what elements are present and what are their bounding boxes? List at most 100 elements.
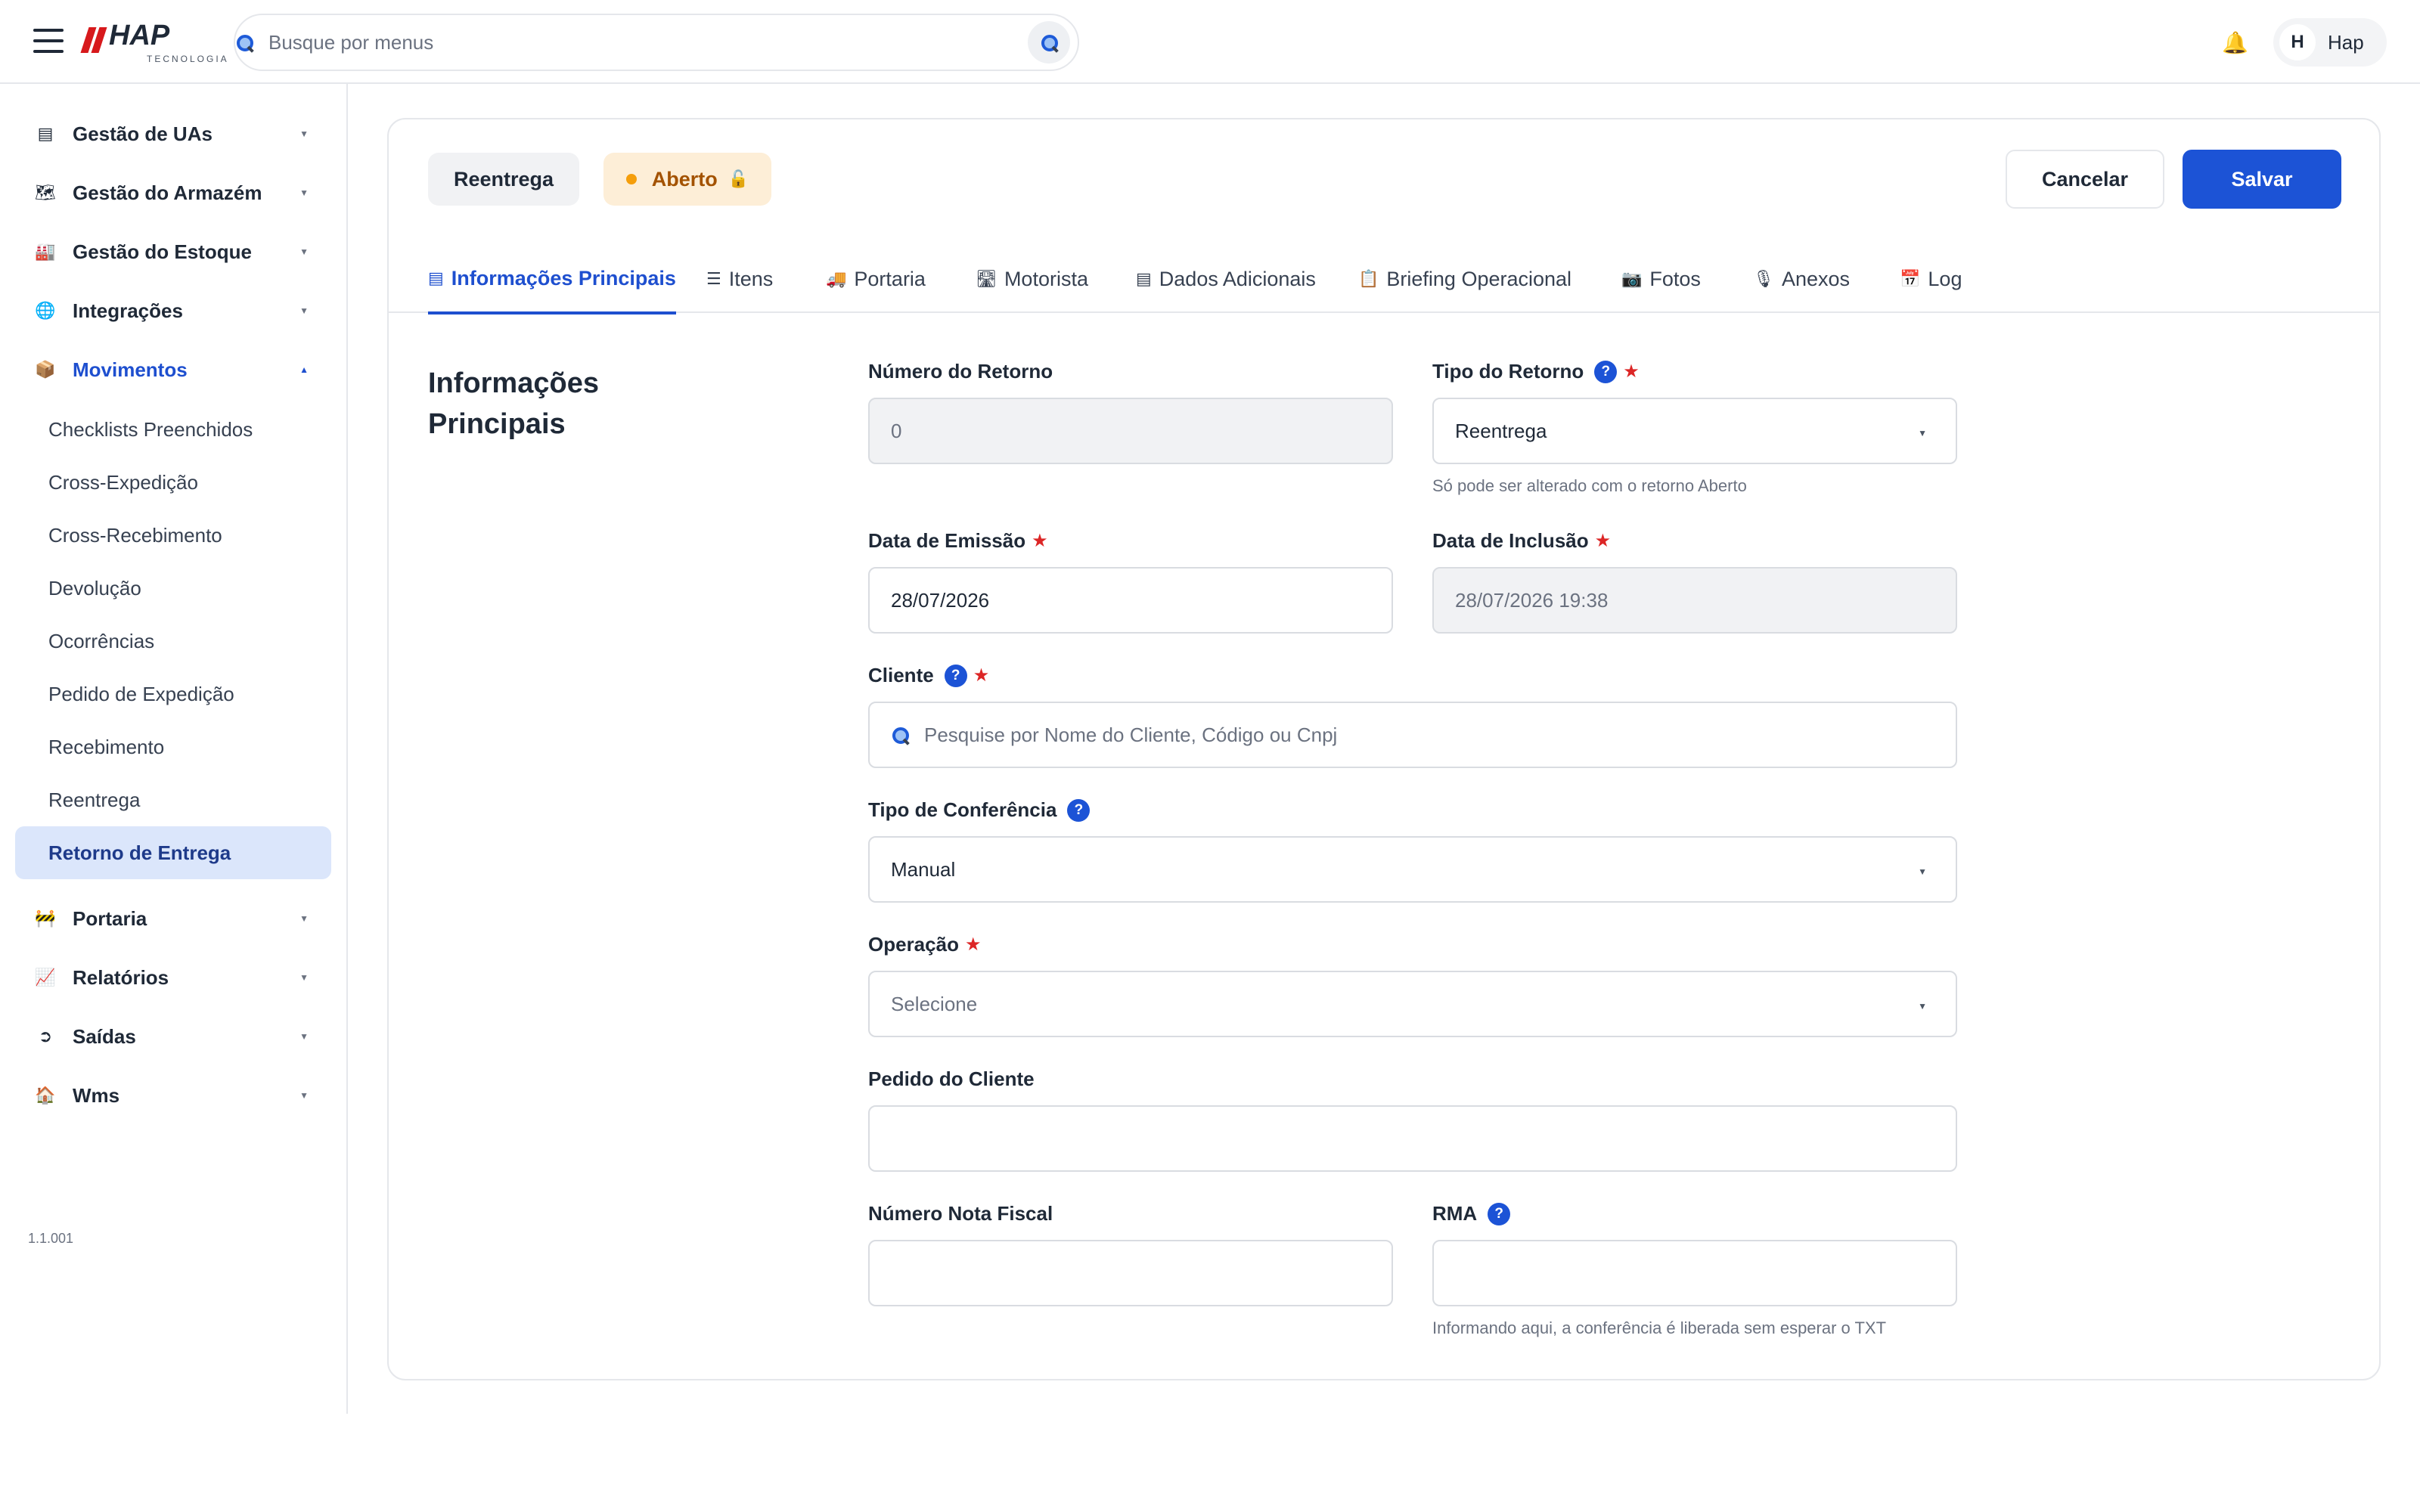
document-icon: ▤: [428, 268, 444, 287]
sidebar-subitem-cross-expedicao[interactable]: Cross-Expedição: [15, 456, 331, 509]
hap-logo[interactable]: HAP TECNOLOGIA: [80, 21, 229, 67]
tipo-retorno-select[interactable]: Reentrega ▼: [1432, 398, 1957, 464]
sidebar-item-label: Portaria: [73, 906, 147, 930]
home-icon: 🏠: [35, 1086, 56, 1105]
menu-search-input[interactable]: [268, 30, 949, 54]
numero-retorno-label-text: Número do Retorno: [868, 360, 1053, 383]
top-bar: HAP TECNOLOGIA 🔔 H Hap: [0, 0, 2420, 84]
search-button-icon: [1040, 33, 1058, 51]
document-icon: ▤: [1136, 269, 1152, 288]
logo-mark-icon: [80, 27, 107, 53]
tab-label: Fotos: [1649, 267, 1701, 290]
cliente-search-input[interactable]: Pesquise por Nome do Cliente, Código ou …: [868, 702, 1957, 768]
tab-log[interactable]: 📅 Log: [1900, 245, 1962, 313]
sidebar-subitem-ocorrencias[interactable]: Ocorrências: [15, 615, 331, 668]
tab-dados-adicionais[interactable]: ▤ Dados Adicionais: [1136, 245, 1316, 313]
app-version: 1.1.001: [28, 1231, 74, 1246]
rma-input[interactable]: [1432, 1240, 1957, 1306]
tab-informacoes-principais[interactable]: ▤ Informações Principais: [428, 245, 676, 314]
package-icon: 📦: [35, 360, 56, 379]
sidebar-item-gestao-uas[interactable]: ▤ Gestão de UAs ▼: [15, 107, 331, 160]
numero-retorno-label: Número do Retorno: [868, 360, 1053, 383]
search-icon: [235, 33, 253, 51]
tab-motorista[interactable]: 🛣 Motorista: [976, 245, 1088, 313]
sidebar-item-label: Wms: [73, 1083, 120, 1107]
tab-label: Motorista: [1004, 267, 1088, 290]
data-emissao-label: Data de Emissão ★: [868, 529, 1048, 553]
sidebar-item-label: Movimentos: [73, 358, 188, 381]
help-icon[interactable]: ?: [1594, 360, 1618, 383]
exit-icon: ➲: [38, 1027, 53, 1046]
required-star-icon: ★: [1594, 531, 1612, 551]
sidebar-item-wms[interactable]: 🏠 Wms ▼: [15, 1069, 331, 1122]
logo-subtext: TECNOLOGIA: [147, 54, 229, 64]
data-inclusao-field: 28/07/2026 19:38: [1432, 567, 1957, 634]
type-chip: Reentrega: [428, 153, 579, 206]
chevron-down-icon: ▼: [299, 1031, 309, 1042]
notification-bell-icon[interactable]: 🔔: [2222, 30, 2248, 55]
required-star-icon: ★: [973, 665, 990, 686]
sidebar-subitem-cross-recebimento[interactable]: Cross-Recebimento: [15, 509, 331, 562]
chart-icon: 📈: [35, 968, 56, 987]
numero-nf-label: Número Nota Fiscal: [868, 1202, 1053, 1225]
sidebar-item-gestao-estoque[interactable]: 🏭 Gestão do Estoque ▼: [15, 225, 331, 278]
list-icon: ☰: [706, 269, 721, 288]
truck-icon: 🚚: [826, 269, 847, 288]
tipo-conferencia-select[interactable]: Manual ▼: [868, 836, 1957, 903]
menu-search: [234, 14, 1079, 71]
sidebar-item-saidas[interactable]: ➲ Saídas ▼: [15, 1010, 331, 1063]
help-icon[interactable]: ?: [1488, 1202, 1511, 1225]
unlock-icon: 🔓: [728, 169, 749, 188]
tab-itens[interactable]: ☰ Itens: [706, 245, 773, 313]
sidebar-subitem-recebimento[interactable]: Recebimento: [15, 720, 331, 773]
required-star-icon: ★: [1623, 361, 1640, 382]
calendar-icon: 📅: [1900, 269, 1921, 288]
help-icon[interactable]: ?: [944, 664, 967, 687]
sidebar-subitem-pedido-expedicao[interactable]: Pedido de Expedição: [15, 668, 331, 720]
operacao-select[interactable]: Selecione ▼: [868, 971, 1957, 1037]
sidebar-subitem-reentrega[interactable]: Reentrega: [15, 773, 331, 826]
sidebar-item-label: Relatórios: [73, 965, 169, 989]
chevron-down-icon: ▼: [299, 972, 309, 983]
sidebar-subitem-checklists[interactable]: Checklists Preenchidos: [15, 403, 331, 456]
tab-portaria[interactable]: 🚚 Portaria: [826, 245, 926, 313]
search-button[interactable]: [1028, 21, 1070, 64]
sidebar-item-movimentos[interactable]: 📦 Movimentos ▲: [15, 343, 331, 396]
gate-icon: 🚧: [35, 909, 56, 928]
tab-label: Briefing Operacional: [1386, 267, 1572, 290]
cancel-button[interactable]: Cancelar: [2006, 150, 2164, 209]
sidebar-subitem-retorno-entrega[interactable]: Retorno de Entrega: [15, 826, 331, 879]
hamburger-menu-icon[interactable]: [33, 29, 64, 53]
tab-label: Itens: [728, 267, 774, 290]
help-icon[interactable]: ?: [1067, 798, 1091, 822]
numero-nf-input[interactable]: [868, 1240, 1393, 1306]
data-inclusao-label-text: Data de Inclusão: [1432, 529, 1589, 552]
pedido-cliente-label-text: Pedido do Cliente: [868, 1067, 1035, 1090]
sidebar-item-portaria[interactable]: 🚧 Portaria ▼: [15, 892, 331, 945]
save-button[interactable]: Salvar: [2183, 150, 2341, 209]
operacao-label-text: Operação: [868, 933, 959, 956]
pedido-cliente-input[interactable]: [868, 1105, 1957, 1172]
required-star-icon: ★: [1032, 531, 1048, 551]
sidebar-item-integracoes[interactable]: 🌐 Integrações ▼: [15, 284, 331, 337]
user-menu[interactable]: H Hap: [2273, 18, 2387, 67]
tipo-retorno-label-text: Tipo do Retorno: [1432, 360, 1584, 383]
factory-icon: 🏭: [35, 242, 56, 261]
tipo-retorno-value: Reentrega: [1455, 419, 1547, 442]
tab-bar: ▤ Informações Principais ☰ Itens 🚚 Porta…: [389, 245, 2379, 314]
sidebar-subitem-devolucao[interactable]: Devolução: [15, 562, 331, 615]
rma-label-text: RMA: [1432, 1202, 1478, 1225]
tab-briefing-operacional[interactable]: 📋 Briefing Operacional: [1358, 245, 1571, 313]
tab-anexos[interactable]: 🎙 Anexos: [1753, 245, 1850, 313]
user-name: Hap: [2328, 30, 2364, 54]
data-emissao-input[interactable]: 28/07/2026: [868, 567, 1393, 634]
tab-label: Portaria: [854, 267, 926, 290]
chevron-down-icon: ▼: [299, 305, 309, 316]
sidebar-item-gestao-armazem[interactable]: 🗺 Gestão do Armazém ▼: [15, 166, 331, 219]
status-label: Aberto: [651, 167, 718, 191]
form-card: Reentrega Aberto 🔓 Cancelar Salvar ▤ Inf…: [387, 118, 2381, 1380]
tab-fotos[interactable]: 📷 Fotos: [1621, 245, 1701, 313]
sidebar-item-relatorios[interactable]: 📈 Relatórios ▼: [15, 951, 331, 1004]
cliente-placeholder: Pesquise por Nome do Cliente, Código ou …: [924, 723, 1338, 746]
rma-hint: Informando aqui, a conferência é liberad…: [1432, 1318, 1887, 1337]
